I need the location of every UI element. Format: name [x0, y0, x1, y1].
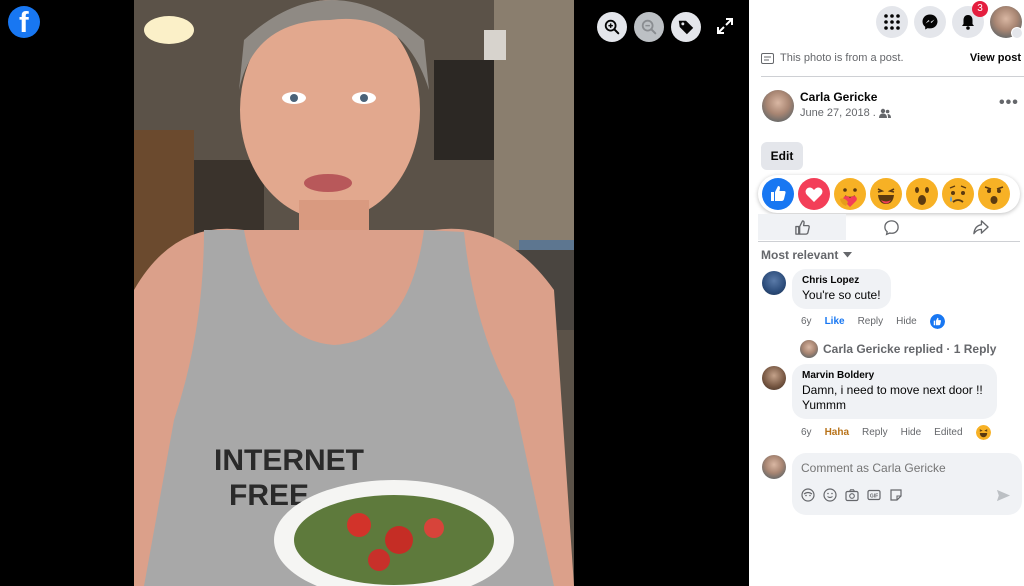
commenter-avatar[interactable]	[762, 366, 786, 390]
comment-haha-link[interactable]: Haha	[825, 427, 849, 438]
wow-reaction-icon	[906, 178, 938, 210]
post-note-text: This photo is from a post.	[780, 52, 904, 64]
comment-age[interactable]: 6y	[801, 316, 812, 327]
photo-illustration: INTERNET FREE	[134, 0, 574, 586]
love-reaction-icon	[798, 178, 830, 210]
comment-text-line: Yummm	[802, 398, 847, 412]
svg-text:INTERNET: INTERNET	[214, 444, 364, 477]
tag-button[interactable]	[671, 12, 701, 42]
svg-text:GIF: GIF	[870, 493, 878, 499]
menu-button[interactable]	[876, 6, 908, 38]
comment-age[interactable]: 6y	[801, 427, 812, 438]
comment-text-line: Damn, i need to move next door !!	[802, 383, 983, 397]
comment-icon	[883, 219, 899, 236]
wow-reaction[interactable]	[906, 178, 938, 210]
angry-reaction[interactable]	[978, 178, 1010, 210]
top-navigation: 3	[749, 0, 1024, 44]
facebook-logo[interactable]: f	[8, 6, 40, 39]
divider	[758, 241, 1020, 242]
send-icon[interactable]	[996, 488, 1011, 503]
comment-sort-label: Most relevant	[761, 248, 839, 262]
avatar-sticker-icon[interactable]	[801, 488, 815, 502]
photo-viewer: f INTERNET FREE	[0, 0, 749, 586]
comment-reply-link[interactable]: Reply	[858, 316, 884, 327]
post-icon	[761, 52, 774, 64]
comment-text: You're so cute!	[802, 288, 881, 302]
like-reaction-icon	[762, 178, 794, 210]
emoji-icon[interactable]	[823, 488, 837, 502]
angry-reaction-icon	[978, 178, 1010, 210]
commenter-name[interactable]: Chris Lopez	[802, 275, 881, 286]
comment-composer: GIF	[792, 453, 1022, 515]
comment-sort-dropdown[interactable]: Most relevant	[761, 248, 853, 262]
like-action-button[interactable]	[758, 214, 846, 240]
like-reaction-icon[interactable]	[929, 314, 945, 329]
post-actions	[749, 214, 1024, 240]
post-side-panel: 3 This photo is from a post. View post C…	[749, 0, 1024, 586]
account-chevron-icon[interactable]	[1011, 27, 1023, 39]
author-name[interactable]: Carla Gericke	[800, 90, 877, 104]
facebook-logo-letter: f	[19, 7, 29, 39]
zoom-in-button[interactable]	[597, 12, 627, 42]
comment-bubble: Chris Lopez You're so cute!	[792, 269, 891, 309]
love-reaction[interactable]	[798, 178, 830, 210]
comment-actions: 6y Haha Reply Hide Edited	[801, 425, 991, 440]
comment-action-button[interactable]	[847, 214, 935, 240]
post-note: This photo is from a post.	[761, 52, 904, 64]
comment-edited-label[interactable]: Edited	[934, 427, 962, 438]
more-options-icon[interactable]: •••	[999, 94, 1019, 112]
like-reaction[interactable]	[762, 178, 794, 210]
comment-reply-link[interactable]: Reply	[862, 427, 888, 438]
comment-actions: 6y Like Reply Hide	[801, 314, 945, 329]
caret-down-icon	[843, 252, 853, 258]
haha-reaction-icon	[870, 178, 902, 210]
grid-menu-icon	[884, 14, 900, 30]
haha-reaction[interactable]	[870, 178, 902, 210]
composer-tools: GIF	[801, 488, 903, 502]
care-reaction[interactable]	[834, 178, 866, 210]
messenger-icon	[922, 14, 938, 30]
post-photo: INTERNET FREE	[134, 0, 574, 586]
thumbs-up-icon	[794, 219, 810, 235]
replies-link[interactable]: Carla Gericke replied · 1 Reply	[800, 340, 996, 358]
comment-like-link[interactable]: Like	[825, 316, 845, 327]
gif-icon[interactable]: GIF	[867, 488, 881, 502]
comment-input[interactable]	[801, 461, 1001, 475]
sticker-icon[interactable]	[889, 488, 903, 502]
zoom-in-icon	[604, 19, 620, 35]
share-action-button[interactable]	[936, 214, 1024, 240]
replies-text: Carla Gericke replied · 1 Reply	[823, 342, 997, 356]
composer-avatar[interactable]	[762, 455, 786, 479]
care-reaction-icon	[834, 178, 866, 210]
friends-audience-icon	[878, 108, 891, 118]
comment-hide-link[interactable]: Hide	[896, 316, 917, 327]
commenter-avatar[interactable]	[762, 271, 786, 295]
post-date-text[interactable]: June 27, 2018 .	[800, 107, 876, 119]
haha-reaction-icon[interactable]	[975, 425, 991, 440]
comment-bubble: Marvin Boldery Damn, i need to move next…	[792, 364, 997, 419]
messenger-button[interactable]	[914, 6, 946, 38]
notification-badge: 3	[972, 1, 988, 17]
sad-reaction[interactable]	[942, 178, 974, 210]
tag-icon	[678, 20, 694, 35]
fullscreen-icon[interactable]	[715, 16, 735, 36]
post-date: June 27, 2018 .	[800, 107, 891, 119]
edit-button[interactable]: Edit	[761, 142, 803, 170]
commenter-name[interactable]: Marvin Boldery	[802, 370, 987, 381]
bell-icon	[962, 15, 974, 30]
reply-avatar	[800, 340, 818, 358]
sad-reaction-icon	[942, 178, 974, 210]
camera-icon[interactable]	[845, 488, 859, 502]
share-icon	[972, 219, 989, 234]
zoom-out-button[interactable]	[634, 12, 664, 42]
reaction-picker	[758, 175, 1020, 213]
divider	[761, 76, 1024, 77]
zoom-out-icon	[641, 19, 657, 35]
comment-hide-link[interactable]: Hide	[901, 427, 922, 438]
author-avatar[interactable]	[762, 90, 794, 122]
view-post-link[interactable]: View post	[970, 52, 1021, 64]
